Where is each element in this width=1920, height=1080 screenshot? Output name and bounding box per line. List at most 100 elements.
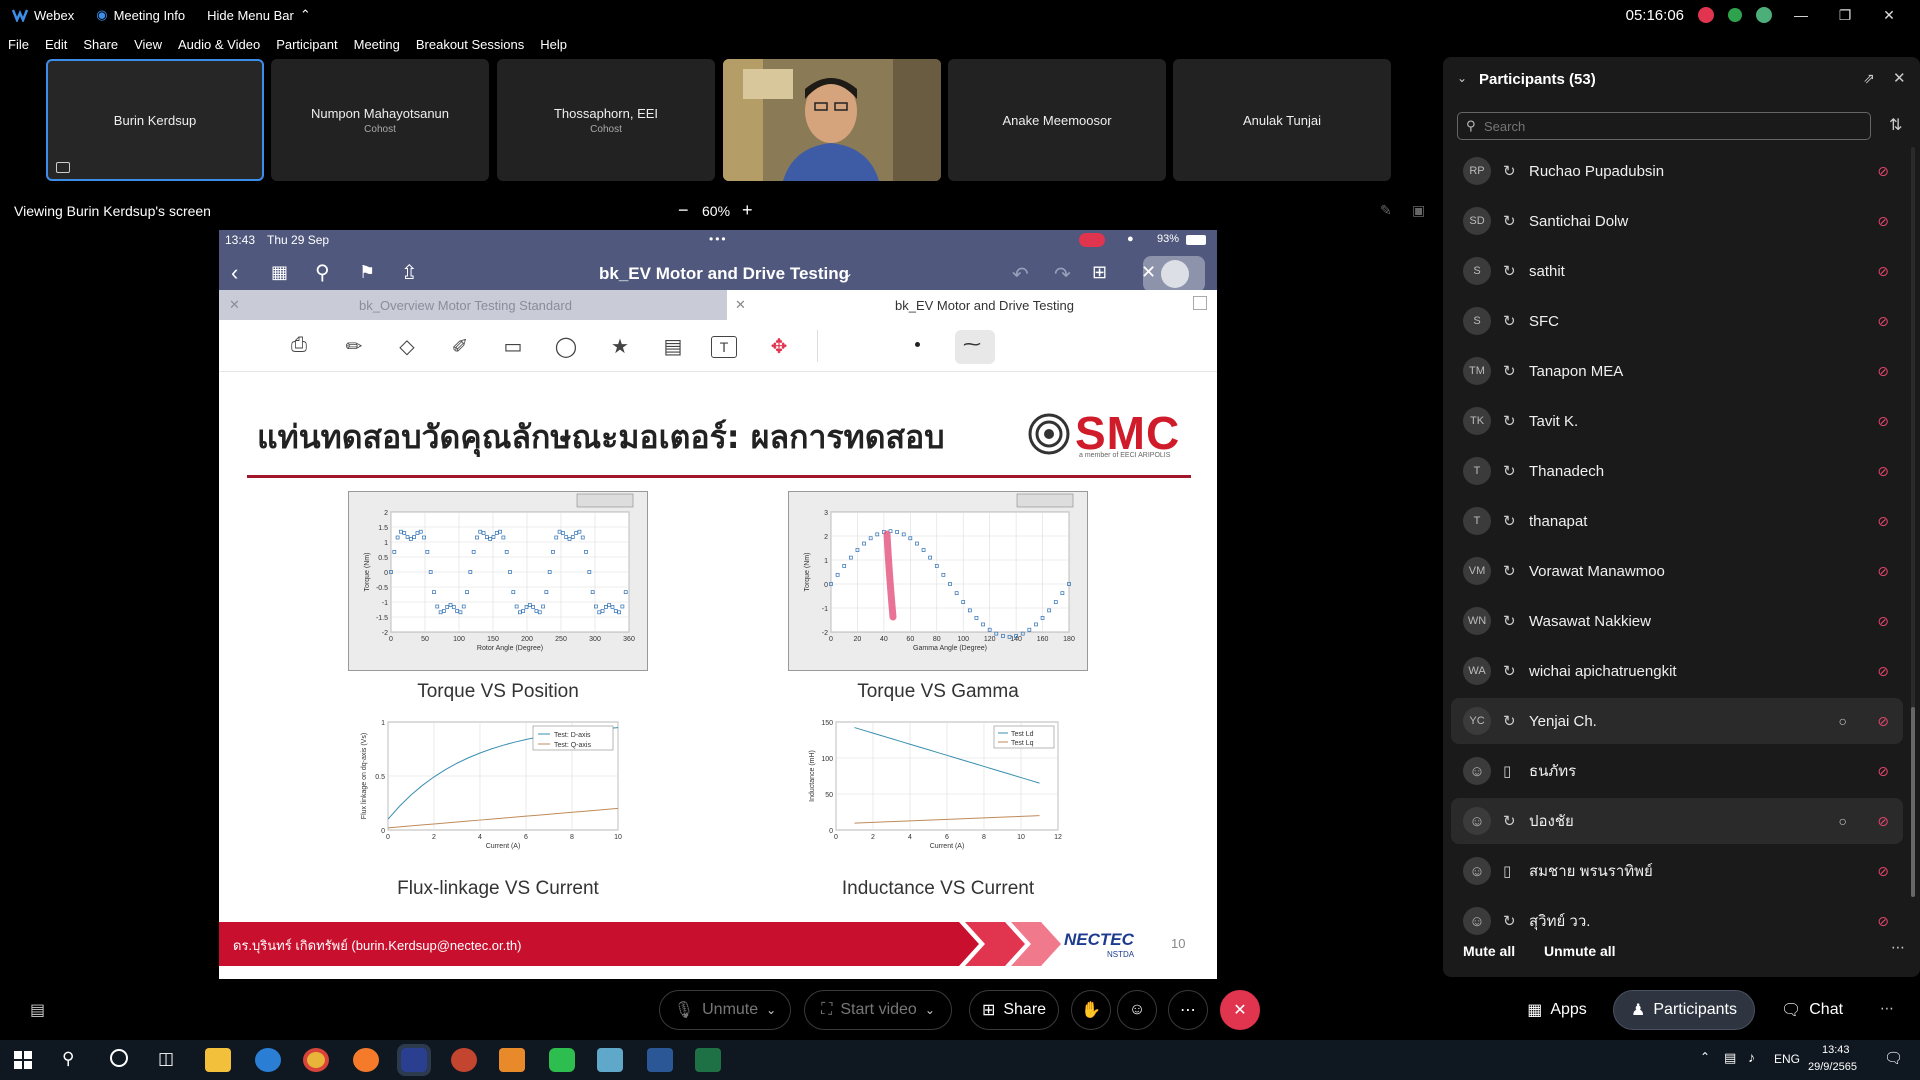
cortana-icon[interactable]: [110, 1049, 128, 1067]
file-explorer-icon[interactable]: [205, 1048, 231, 1072]
unmute-button[interactable]: 🎙 Unmute ⌄: [659, 990, 791, 1030]
menu-help[interactable]: Help: [540, 37, 567, 52]
network-icon[interactable]: ▤: [1724, 1050, 1736, 1066]
mic-muted-icon[interactable]: ⊘: [1877, 513, 1889, 530]
mic-muted-icon[interactable]: ⊘: [1877, 163, 1889, 180]
participant-row[interactable]: VM ↻ Vorawat Manawmoo ⊘: [1463, 548, 1903, 594]
participant-row[interactable]: ☺ ▯ สมชาย พรนราทิพย์ ⊘: [1463, 848, 1903, 894]
pen-icon[interactable]: ✏: [339, 334, 369, 360]
close-tab-icon[interactable]: ✕: [229, 297, 240, 313]
game-app-icon[interactable]: [499, 1048, 525, 1072]
participant-row[interactable]: SD ↻ Santichai Dolw ⊘: [1463, 198, 1903, 244]
mic-muted-icon[interactable]: ⊘: [1877, 763, 1889, 780]
participant-row[interactable]: T ↻ Thanadech ⊘: [1463, 448, 1903, 494]
hide-menu-bar-button[interactable]: Hide Menu Bar ⌃: [207, 7, 311, 23]
mic-muted-icon[interactable]: ⊘: [1877, 563, 1889, 580]
sort-icon[interactable]: ⇅: [1889, 115, 1902, 135]
share-button[interactable]: ⊞ Share: [969, 990, 1059, 1030]
shared-screen[interactable]: 13:43 Thu 29 Sep ••• ● 93% ‹ ▦ ⚲ ⚑ ⇫ bk_…: [219, 230, 1217, 979]
mic-muted-icon[interactable]: ⊘: [1877, 813, 1889, 830]
minimize-icon[interactable]: —: [1786, 7, 1816, 23]
task-view-icon[interactable]: ◫: [158, 1049, 174, 1069]
mic-muted-icon[interactable]: ⊘: [1877, 663, 1889, 680]
raise-hand-button[interactable]: ✋: [1071, 990, 1111, 1030]
notifications-icon[interactable]: 🗨: [1884, 1049, 1903, 1067]
mute-all-button[interactable]: Mute all: [1463, 943, 1515, 959]
more-options-icon[interactable]: ⋯: [1891, 939, 1905, 956]
chevron-down-icon[interactable]: ⌄: [843, 266, 853, 280]
add-page-icon[interactable]: ⊞: [1092, 262, 1107, 283]
search-box[interactable]: ⚲: [1457, 112, 1871, 140]
chrome-profile-icon[interactable]: [451, 1048, 477, 1072]
collapse-chevron-icon[interactable]: ⌄: [1457, 71, 1467, 85]
menu-view[interactable]: View: [134, 37, 162, 52]
chevron-down-icon[interactable]: ⌄: [925, 1003, 935, 1017]
panel-menu-icon[interactable]: ⋯: [1880, 1000, 1894, 1017]
undo-icon[interactable]: ↶: [1012, 262, 1029, 287]
remote-control-icon[interactable]: ▣: [1412, 202, 1425, 219]
mic-muted-icon[interactable]: ⊘: [1877, 413, 1889, 430]
clock-time[interactable]: 13:43: [1822, 1044, 1850, 1056]
doc-title[interactable]: bk_EV Motor and Drive Testing: [599, 264, 849, 284]
video-tile-thossaphorn[interactable]: Thossaphorn, EEI Cohost: [497, 59, 715, 181]
zoom-out-icon[interactable]: −: [678, 200, 689, 221]
highlighter-icon[interactable]: ✐: [445, 334, 475, 360]
chevron-down-icon[interactable]: ⌄: [766, 1003, 776, 1017]
chat-bubble-icon[interactable]: ○: [1839, 713, 1847, 729]
apps-button[interactable]: ▦ Apps: [1515, 990, 1599, 1030]
tab-overview[interactable]: ✕ bk_Overview Motor Testing Standard: [219, 290, 727, 320]
leave-meeting-button[interactable]: ✕: [1220, 990, 1260, 1030]
tray-chevron-icon[interactable]: ⌃: [1700, 1050, 1710, 1064]
webex-taskbar-icon[interactable]: [397, 1044, 431, 1076]
windows-start-icon[interactable]: [14, 1051, 32, 1069]
tab-ev-motor[interactable]: ✕ bk_EV Motor and Drive Testing: [727, 290, 1217, 320]
line-app-icon[interactable]: [549, 1048, 575, 1072]
language-indicator[interactable]: ENG: [1774, 1052, 1800, 1066]
start-video-button[interactable]: ⛶ Start video ⌄: [804, 990, 952, 1030]
firefox-icon[interactable]: [353, 1048, 379, 1072]
participant-row[interactable]: RP ↻ Ruchao Pupadubsin ⊘: [1463, 148, 1903, 194]
word-icon[interactable]: [647, 1048, 673, 1072]
video-tile-camera[interactable]: [723, 59, 941, 181]
excel-icon[interactable]: [695, 1048, 721, 1072]
search-taskbar-icon[interactable]: ⚲: [62, 1049, 74, 1069]
unmute-all-button[interactable]: Unmute all: [1544, 943, 1616, 959]
participant-row[interactable]: WA ↻ wichai apichatruengkit ⊘: [1463, 648, 1903, 694]
mic-muted-icon[interactable]: ⊘: [1877, 363, 1889, 380]
menu-meeting[interactable]: Meeting: [354, 37, 400, 52]
close-tab-icon[interactable]: ✕: [735, 297, 746, 313]
mic-muted-icon[interactable]: ⊘: [1877, 913, 1889, 930]
zoom-in-icon[interactable]: +: [742, 200, 753, 221]
captions-icon[interactable]: ▤: [30, 1000, 45, 1020]
eraser-icon[interactable]: ◇: [392, 334, 422, 360]
laser-pointer-icon[interactable]: ✥: [764, 334, 794, 360]
back-icon[interactable]: ‹: [231, 260, 238, 286]
mic-muted-icon[interactable]: ⊘: [1877, 863, 1889, 880]
image-icon[interactable]: ▤: [658, 334, 688, 360]
video-tile-numpon[interactable]: Numpon Mahayotsanun Cohost: [271, 59, 489, 181]
close-panel-icon[interactable]: ✕: [1893, 69, 1906, 87]
participant-row[interactable]: WN ↻ Wasawat Nakkiew ⊘: [1463, 598, 1903, 644]
participant-row[interactable]: YC ↻ Yenjai Ch. ○ ⊘: [1451, 698, 1903, 744]
volume-icon[interactable]: ♪: [1748, 1049, 1755, 1065]
grid-icon[interactable]: ▦: [271, 262, 288, 283]
text-tool-icon[interactable]: T: [711, 336, 737, 358]
plot-toolbar[interactable]: [576, 493, 634, 508]
user-avatar-icon[interactable]: [1756, 7, 1772, 23]
menu-participant[interactable]: Participant: [276, 37, 337, 52]
edge-icon[interactable]: [255, 1048, 281, 1072]
reactions-button[interactable]: ☺: [1117, 990, 1157, 1030]
plot-toolbar[interactable]: [1016, 493, 1074, 508]
annotate-icon[interactable]: ✎: [1380, 202, 1392, 219]
clock-date[interactable]: 29/9/2565: [1808, 1061, 1857, 1073]
search-input[interactable]: [1484, 116, 1864, 136]
video-tile-anulak[interactable]: Anulak Tunjai: [1173, 59, 1391, 181]
mic-muted-icon[interactable]: ⊘: [1877, 713, 1889, 730]
meeting-info-button[interactable]: ◉ Meeting Info: [96, 7, 185, 23]
mic-muted-icon[interactable]: ⊘: [1877, 613, 1889, 630]
more-circle-icon[interactable]: [1161, 260, 1189, 288]
more-button[interactable]: ⋯: [1168, 990, 1208, 1030]
menu-share[interactable]: Share: [83, 37, 118, 52]
share-doc-icon[interactable]: ⇫: [401, 260, 418, 285]
lasso-page-icon[interactable]: ⎙: [284, 334, 314, 360]
